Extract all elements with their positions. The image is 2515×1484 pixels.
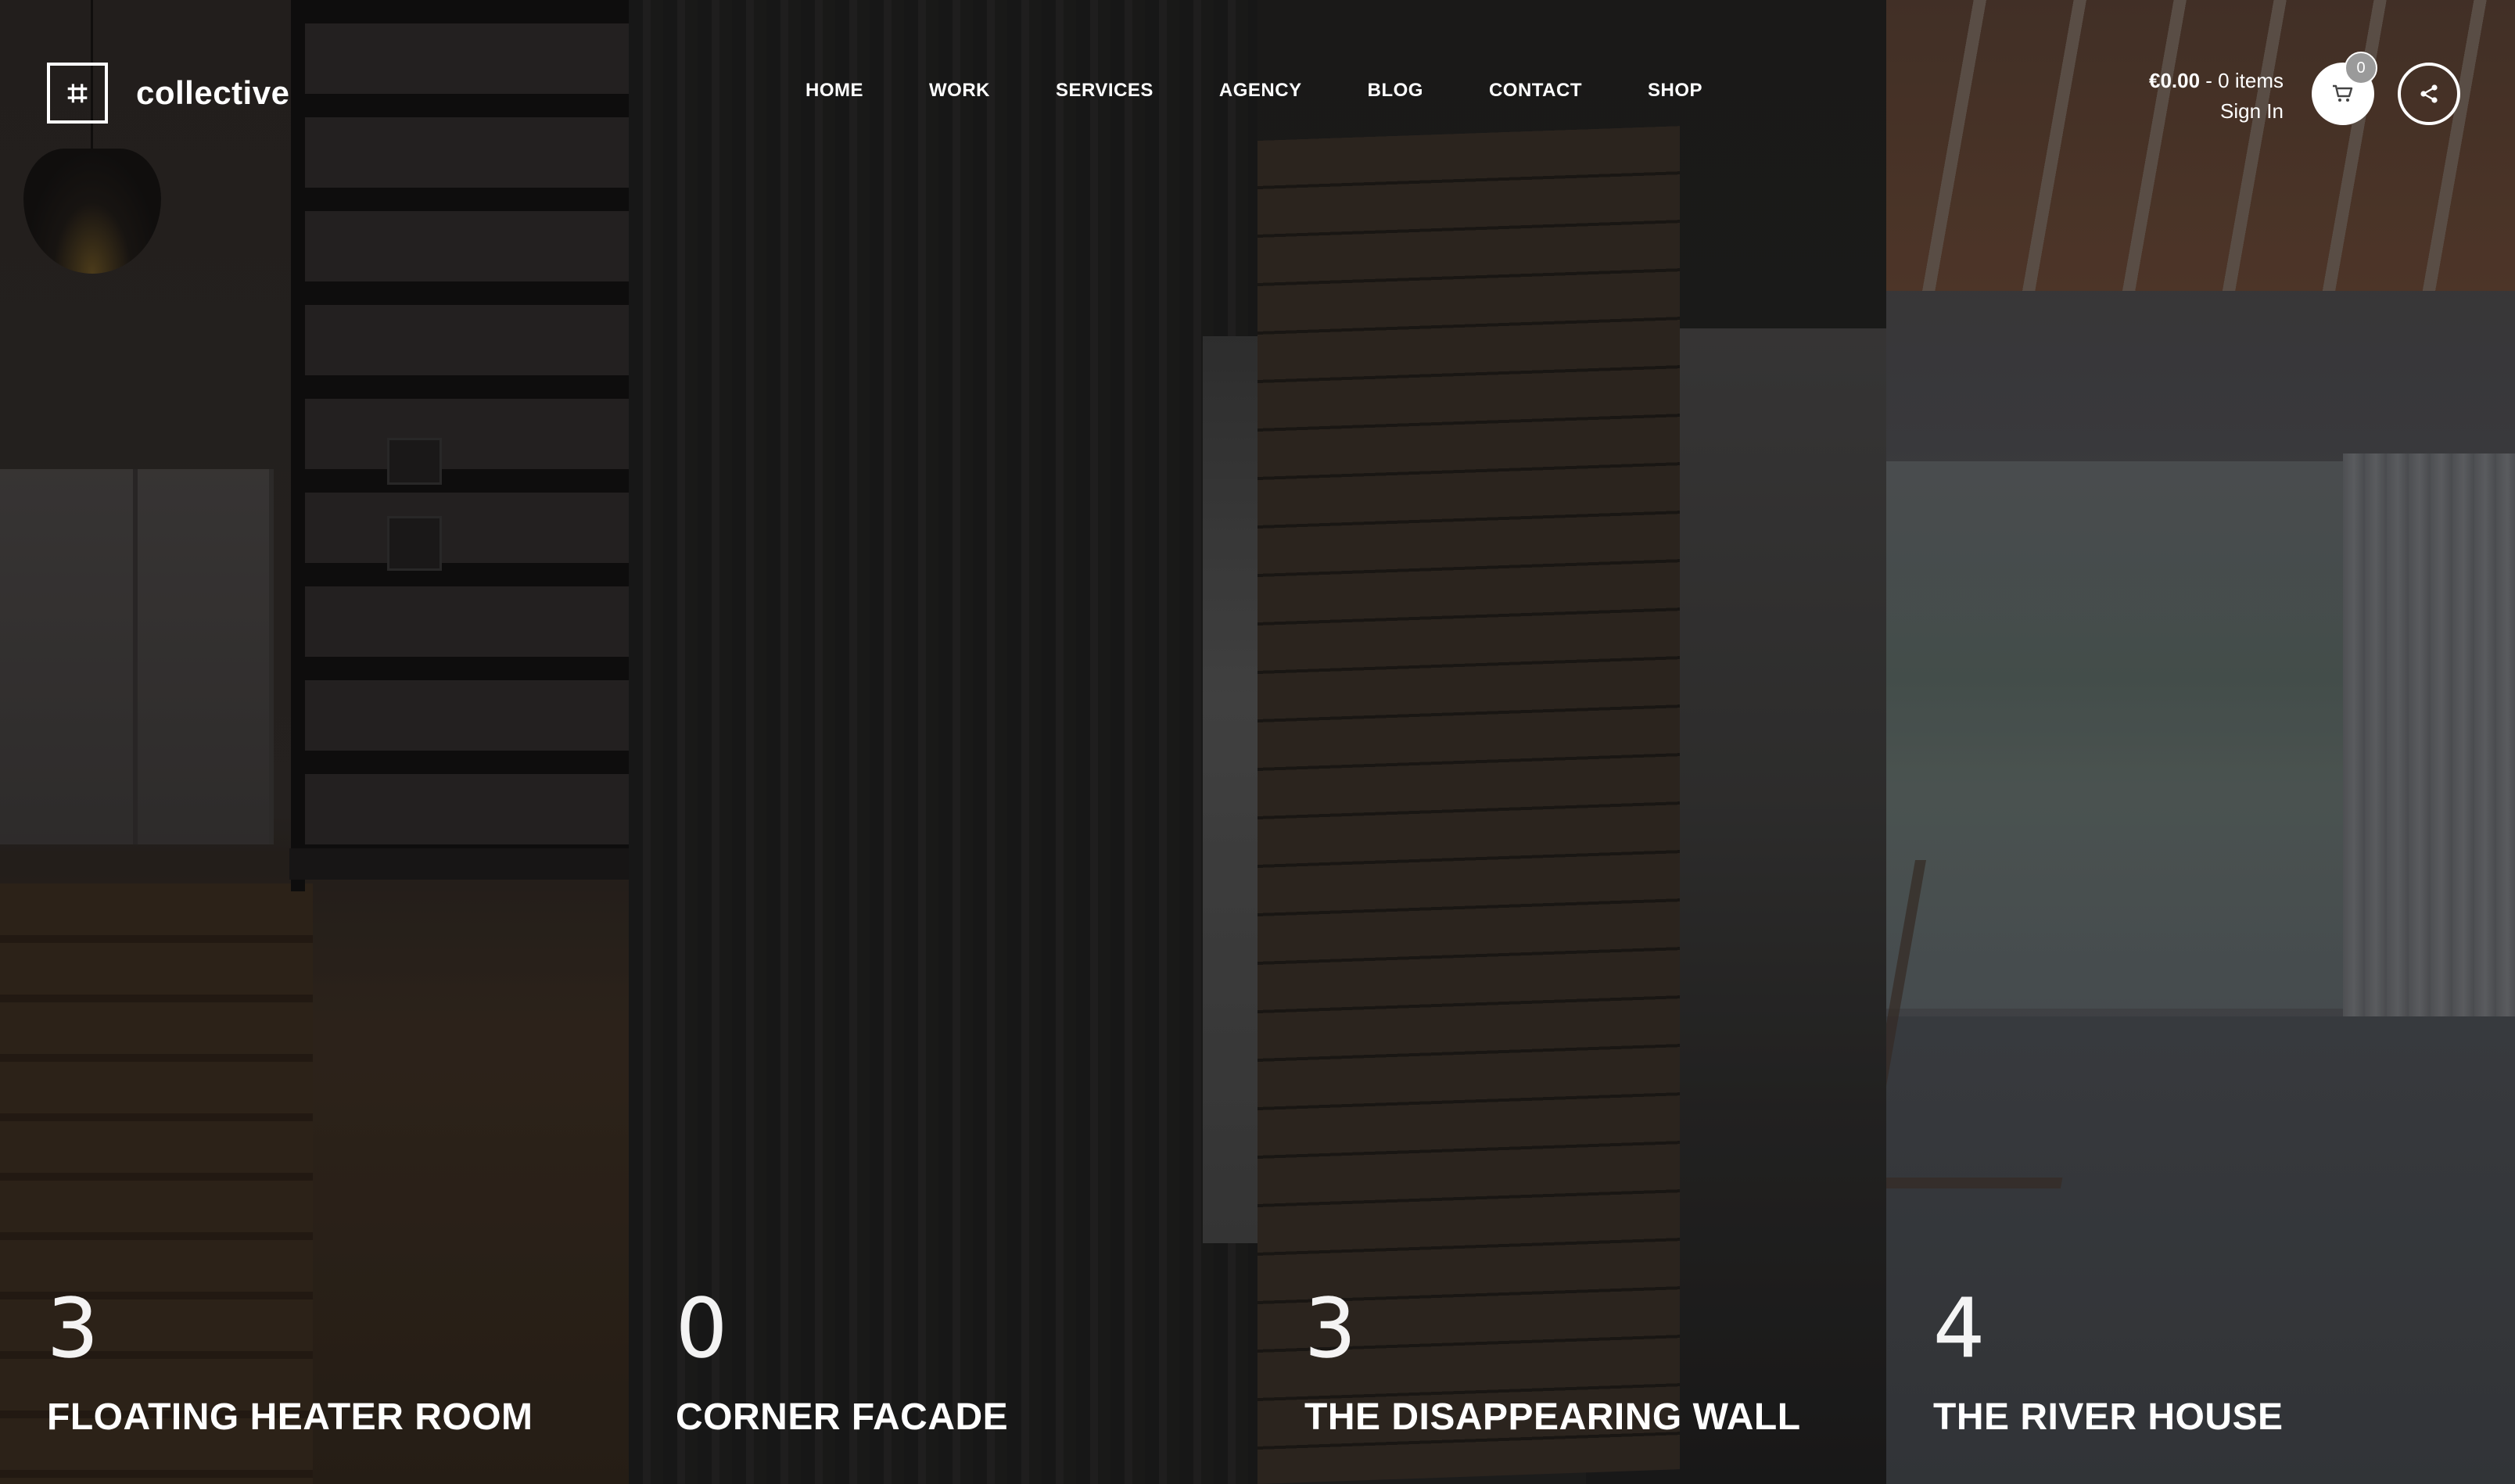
brand-name: collective (136, 74, 290, 111)
logo-mark-icon: ⌗ (47, 63, 108, 124)
main-navigation: HOME WORK SERVICES AGENCY BLOG CONTACT S… (805, 80, 1768, 102)
project-title[interactable]: CORNER FACADE (676, 1396, 1008, 1439)
cart-total: €0.00 (2149, 69, 2201, 92)
project-number: 0 (676, 1281, 728, 1376)
nav-shop[interactable]: SHOP (1648, 80, 1702, 102)
project-caption: 0 CORNER FACADE (676, 1288, 1008, 1439)
cart-summary[interactable]: €0.00 - 0 items (2149, 69, 2284, 93)
nav-blog[interactable]: BLOG (1368, 80, 1423, 102)
nav-home[interactable]: HOME (805, 80, 863, 102)
project-number: 3 (1304, 1281, 1357, 1376)
project-caption: 3 THE DISAPPEARING WALL (1304, 1288, 1801, 1439)
share-icon (2420, 84, 2438, 103)
site-logo[interactable]: ⌗ collective (47, 63, 289, 124)
project-panel-corner-facade[interactable]: 0 CORNER FACADE (629, 0, 1258, 1484)
portfolio-page: 3 FLOATING HEATER ROOM 0 CORNER FACADE 3 (0, 0, 2515, 1484)
project-title[interactable]: THE RIVER HOUSE (1933, 1396, 2284, 1439)
project-caption: 3 FLOATING HEATER ROOM (47, 1288, 533, 1439)
project-panel-disappearing-wall[interactable]: 3 THE DISAPPEARING WALL (1258, 0, 1886, 1484)
project-caption: 4 THE RIVER HOUSE (1933, 1288, 2284, 1439)
project-panels: 3 FLOATING HEATER ROOM 0 CORNER FACADE 3 (0, 0, 2515, 1484)
nav-contact[interactable]: CONTACT (1489, 80, 1582, 102)
project-number: 4 (1933, 1281, 1986, 1376)
share-button[interactable] (2398, 63, 2460, 125)
site-header: ⌗ collective HOME WORK SERVICES AGENCY B… (0, 0, 2515, 188)
cart-icon (2333, 84, 2353, 102)
project-panel-floating-heater-room[interactable]: 3 FLOATING HEATER ROOM (0, 0, 629, 1484)
cart-count-badge: 0 (2345, 52, 2377, 84)
cart-item-count: - 0 items (2200, 69, 2284, 92)
project-title[interactable]: THE DISAPPEARING WALL (1304, 1396, 1801, 1439)
nav-agency[interactable]: AGENCY (1219, 80, 1302, 102)
account-area: €0.00 - 0 items Sign In (2149, 69, 2284, 124)
project-panel-river-house[interactable]: 4 THE RIVER HOUSE (1886, 0, 2515, 1484)
project-title[interactable]: FLOATING HEATER ROOM (47, 1396, 533, 1439)
nav-work[interactable]: WORK (929, 80, 990, 102)
nav-services[interactable]: SERVICES (1056, 80, 1153, 102)
project-number: 3 (47, 1281, 99, 1376)
sign-in-link[interactable]: Sign In (2149, 99, 2284, 124)
